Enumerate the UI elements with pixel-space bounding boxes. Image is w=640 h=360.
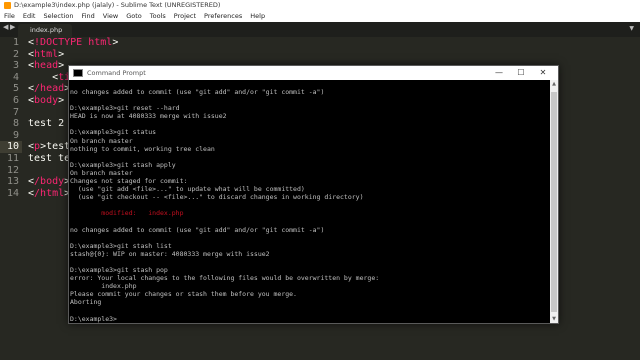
line-number-gutter: 1 2 3 4 5 6 7 8 9 10 11 12 13 14 [0,37,22,199]
maximize-button[interactable]: ☐ [510,66,532,80]
scroll-up-icon[interactable]: ▲ [550,80,558,88]
terminal-line: HEAD is now at 4080333 merge with issue2 [70,112,227,121]
terminal-line: index.php [70,282,137,291]
terminal-line: On branch master [70,136,133,145]
title-bar: D:\example3\index.php (jalaly) - Sublime… [0,0,640,11]
terminal-line: D:\example3>git stash apply [70,160,176,169]
scroll-thumb[interactable] [551,92,557,312]
menu-goto[interactable]: Goto [122,11,146,22]
terminal-line: stash@{0}: WIP on master: 4080333 merge … [70,249,270,258]
terminal-line: modified: index.php [70,209,184,218]
tab-prev-icon[interactable]: ◀ [3,23,8,31]
tab-label: index.php [30,26,63,34]
menu-find[interactable]: Find [77,11,98,22]
tab-bar: ◀ ▶ index.php ▼ [0,22,640,37]
terminal-line: no changes added to commit (use "git add… [70,225,325,234]
terminal-line: D:\example3> [70,314,117,323]
line-number: 7 [12,106,19,118]
window-title: D:\example3\index.php (jalaly) - Sublime… [14,1,221,9]
tab-list-chevron-icon[interactable]: ▼ [629,25,634,32]
terminal-line: error: Your local changes to the followi… [70,274,380,283]
terminal-output[interactable]: no changes added to commit (use "git add… [69,80,550,323]
line-number: 1 [12,37,19,48]
terminal-line: Aborting [70,298,102,307]
menu-help[interactable]: Help [246,11,269,22]
line-number: 12 [6,164,19,176]
line-number: 4 [12,71,19,83]
code-line[interactable]: <!DOCTYPE html> [28,37,118,49]
menu-view[interactable]: View [99,11,122,22]
terminal-line: (use "git add <file>..." to update what … [70,185,305,194]
menu-edit[interactable]: Edit [19,11,40,22]
tab-index-php[interactable]: index.php [18,24,72,37]
sublime-app-icon [4,2,11,9]
minimize-button[interactable]: — [488,66,510,80]
line-number: 10 [0,141,22,153]
terminal-line: D:\example3>git status [70,128,157,137]
command-prompt-titlebar[interactable]: Command Prompt — ☐ ✕ [69,66,558,80]
line-number: 9 [12,129,19,141]
line-number: 3 [12,60,19,72]
menu-file[interactable]: File [0,11,19,22]
terminal-line: D:\example3>git stash pop [70,266,168,275]
menu-selection[interactable]: Selection [39,11,77,22]
cmd-icon [73,69,83,77]
menu-project[interactable]: Project [170,11,200,22]
line-number: 11 [6,152,19,164]
close-button[interactable]: ✕ [532,66,554,80]
line-number: 8 [12,118,19,130]
cmd-title: Command Prompt [87,69,146,77]
terminal-line: Changes not staged for commit: [70,177,188,186]
terminal-line: no changes added to commit (use "git add… [70,88,325,96]
command-prompt-window[interactable]: Command Prompt — ☐ ✕ no changes added to c… [68,65,559,324]
line-number: 6 [12,94,19,106]
tab-next-icon[interactable]: ▶ [10,23,15,31]
code-line[interactable]: <html> [28,49,118,61]
line-number: 2 [12,48,19,60]
menu-preferences[interactable]: Preferences [200,11,246,22]
terminal-line: D:\example3>git stash list [70,241,172,250]
terminal-line: Please commit your changes or stash them… [70,290,297,299]
line-number: 14 [6,187,19,199]
line-number: 5 [12,83,19,95]
menu-tools[interactable]: Tools [146,11,170,22]
line-number: 13 [6,176,19,188]
terminal-line: On branch master [70,168,133,177]
terminal-scrollbar[interactable]: ▲ ▼ [550,80,558,323]
scroll-down-icon[interactable]: ▼ [550,315,558,323]
terminal-line: D:\example3>git reset --hard [70,104,180,113]
terminal-line: nothing to commit, working tree clean [70,144,215,153]
terminal-line: (use "git checkout -- <file>..." to disc… [70,193,364,202]
